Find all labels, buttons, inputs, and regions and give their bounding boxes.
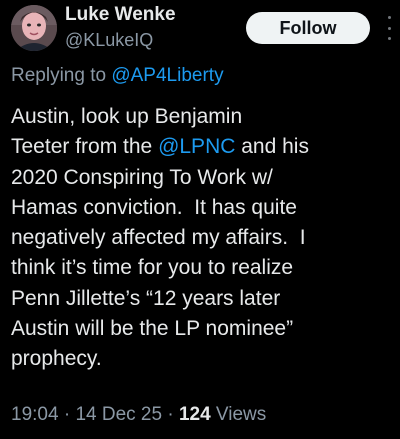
tweet: Luke Wenke @KLukeIQ Follow Replying to @… bbox=[0, 0, 400, 439]
tweet-text-line: Penn Jillette’s “12 years later bbox=[11, 286, 281, 310]
author-display-name[interactable]: Luke Wenke bbox=[65, 4, 176, 26]
tweet-text-line: Hamas conviction. It has quite bbox=[11, 195, 297, 219]
tweet-text-segment: Teeter from the bbox=[11, 135, 159, 159]
tweet-text-line: prophecy. bbox=[11, 347, 102, 371]
tweet-text-line: Austin, look up Benjamin bbox=[11, 105, 243, 128]
tweet-text-line: think it’s time for you to realize bbox=[11, 256, 294, 280]
tweet-text-line: negatively affected my affairs. I bbox=[11, 226, 306, 250]
tweet-date[interactable]: 14 Dec 25 bbox=[75, 404, 162, 425]
meta-separator: · bbox=[162, 404, 179, 425]
tweet-time[interactable]: 19:04 bbox=[11, 404, 59, 425]
mention-link-lpnc[interactable]: @LPNC bbox=[158, 135, 235, 158]
more-options-icon[interactable] bbox=[383, 16, 395, 40]
tweet-text: Austin, look up Benjamin Teeter from the… bbox=[11, 102, 396, 375]
more-dot bbox=[387, 37, 391, 40]
reply-prefix: Replying to bbox=[11, 65, 112, 86]
meta-separator: · bbox=[58, 404, 76, 425]
more-dot bbox=[387, 26, 391, 30]
author-handle[interactable]: @KLukeIQ bbox=[65, 30, 153, 51]
reply-context: Replying to @AP4Liberty bbox=[11, 65, 224, 87]
more-dot bbox=[387, 16, 391, 19]
views-label[interactable]: Views bbox=[211, 404, 266, 425]
tweet-text-line: Teeter from the @LPNC and his bbox=[11, 132, 396, 162]
avatar[interactable] bbox=[11, 5, 57, 51]
reply-mention-link[interactable]: @AP4Liberty bbox=[111, 65, 223, 86]
views-count[interactable]: 124 bbox=[179, 404, 211, 425]
tweet-meta: 19:04 · 14 Dec 25 · 124 Views bbox=[11, 404, 266, 426]
follow-button[interactable]: Follow bbox=[246, 12, 370, 44]
tweet-text-segment: and his bbox=[235, 135, 309, 159]
tweet-text-line: 2020 Conspiring To Work w/ bbox=[11, 165, 273, 189]
tweet-text-line: Austin will be the LP nominee” bbox=[11, 317, 294, 341]
